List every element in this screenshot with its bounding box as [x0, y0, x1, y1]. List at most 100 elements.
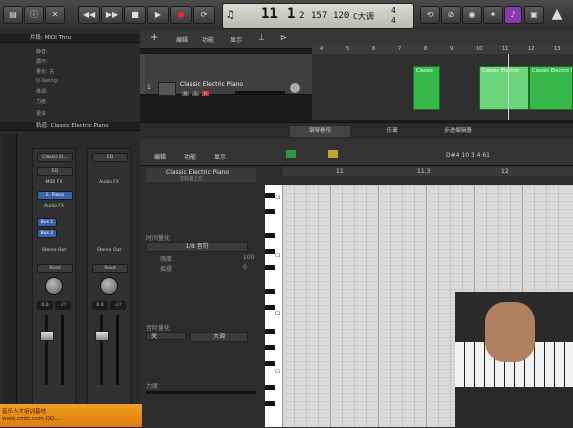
grid-line — [282, 233, 573, 234]
metronome-icon[interactable]: ♪ — [504, 6, 522, 24]
tab-step-editor[interactable]: 步进编辑器 — [428, 126, 488, 137]
time-quantize-select[interactable]: 1/8 音符 — [146, 242, 248, 252]
eq-slot[interactable]: EQ — [92, 153, 128, 162]
grid-line — [282, 273, 573, 274]
replace-icon[interactable]: ⟲ — [420, 6, 440, 24]
pan-knob[interactable] — [100, 277, 118, 295]
black-key[interactable] — [265, 209, 275, 214]
eq-slot[interactable]: EQ — [37, 167, 73, 176]
rewind-button[interactable]: ◀◀ — [78, 6, 100, 24]
region-inspector-header[interactable]: 片段: MIDI Thru — [0, 34, 140, 43]
playhead[interactable] — [508, 54, 509, 120]
strength-value[interactable]: 100 — [243, 254, 254, 261]
solo-button[interactable]: S — [192, 91, 199, 96]
output-slot[interactable]: Stereo Out — [37, 247, 71, 254]
tab-piano-roll[interactable]: 钢琴卷帘 — [290, 126, 350, 137]
track-inspector-header[interactable]: 轨道: Classic Electric Piano — [0, 122, 140, 131]
ruler-mark: 6 — [372, 46, 376, 52]
tab-score[interactable]: 乐谱 — [372, 126, 412, 137]
ruler-mark: 5 — [346, 46, 350, 52]
lcd-tempo: 157 — [311, 11, 328, 21]
track-name[interactable]: Classic Electric Piano — [180, 81, 243, 88]
key-label: C2 — [275, 311, 281, 316]
output-slot[interactable]: Stereo Out — [92, 247, 126, 254]
region-param: Q-Swing: — [36, 78, 59, 84]
black-key[interactable] — [265, 289, 275, 294]
level-meter — [61, 315, 64, 385]
midi-region[interactable]: Classic — [413, 66, 440, 110]
track-pan-knob[interactable] — [290, 83, 300, 93]
midi-fx-slot[interactable]: MIDI FX — [37, 179, 71, 186]
stop-button[interactable]: ■ — [124, 6, 146, 24]
track-volume-slider[interactable] — [235, 91, 285, 94]
scale-root-select[interactable]: 关 — [146, 332, 186, 340]
settings-icon[interactable]: ✕ — [45, 6, 65, 24]
black-key[interactable] — [265, 401, 275, 406]
banner-line: www.cmtc.com QQ:... — [2, 416, 62, 422]
grid-line — [306, 185, 307, 427]
instrument-slot[interactable]: E. Piano — [37, 191, 73, 200]
track-header[interactable]: 1 Classic Electric Piano M S R — [140, 54, 312, 96]
solo-icon[interactable]: ◉ — [462, 6, 482, 24]
automation-slot[interactable]: Read — [92, 264, 128, 273]
tracks-menu-view[interactable]: 显示 — [230, 35, 242, 44]
editor-menu-edit[interactable]: 编辑 — [154, 152, 166, 161]
audio-fx-slot[interactable]: Audio FX — [92, 179, 126, 186]
send-slot[interactable]: Bus 1 — [37, 218, 57, 227]
link-icon[interactable] — [328, 150, 338, 158]
grid-line — [378, 185, 379, 427]
library-icon[interactable]: ▤ — [3, 6, 23, 24]
black-key[interactable] — [265, 233, 275, 238]
midi-region[interactable]: Classic Electric Piano — [529, 66, 573, 110]
tracks-menu-edit[interactable]: 编辑 — [176, 35, 188, 44]
inspector-icon[interactable]: ⓘ — [24, 6, 44, 24]
flex-icon[interactable]: ⊳ — [280, 33, 287, 42]
scale-type-select[interactable]: 大调 — [190, 332, 248, 342]
editor-menu-view[interactable]: 显示 — [214, 152, 226, 161]
black-key[interactable] — [265, 329, 275, 334]
audio-fx-slot[interactable]: Audio FX — [37, 203, 71, 210]
send-slot[interactable]: Bus 2 — [37, 229, 57, 238]
piano-keyboard[interactable]: C4 C3 C2 C1 — [265, 185, 282, 427]
record-enable-button[interactable]: R — [202, 91, 209, 96]
midi-in-icon[interactable] — [286, 150, 296, 158]
black-key[interactable] — [265, 265, 275, 270]
black-key[interactable] — [265, 249, 275, 254]
grid-line — [282, 217, 573, 218]
tuner-icon[interactable]: ⊘ — [441, 6, 461, 24]
volume-fader[interactable] — [95, 331, 109, 341]
snap-icon[interactable]: ⊥ — [258, 33, 265, 42]
black-key[interactable] — [265, 361, 275, 366]
black-key[interactable] — [265, 305, 275, 310]
lcd-beat: 1 — [287, 6, 296, 22]
tracks-menu-functions[interactable]: 功能 — [202, 35, 214, 44]
black-key[interactable] — [265, 385, 275, 390]
swing-label: 摇摆 — [160, 266, 173, 273]
pan-knob[interactable] — [45, 277, 63, 295]
midi-region[interactable]: Classic Electric — [479, 66, 529, 110]
swing-value[interactable]: 0 — [243, 264, 247, 271]
grid-line — [354, 185, 355, 427]
lcd-display[interactable]: ♫ 11 1 2 157 120 C大调 4 4 — [222, 3, 414, 29]
lcd-key: C大调 — [353, 12, 374, 21]
volume-fader[interactable] — [40, 331, 54, 341]
editor-menu-functions[interactable]: 功能 — [184, 152, 196, 161]
black-key[interactable] — [265, 345, 275, 350]
grid-line — [414, 185, 415, 427]
record-button[interactable]: ● — [170, 6, 192, 24]
more-toggle[interactable]: 更多 — [36, 110, 46, 117]
black-key[interactable] — [265, 193, 275, 198]
arrange-area[interactable]: Classic Classic Electric Classic Electri… — [312, 54, 573, 120]
cycle-button[interactable]: ⟳ — [193, 6, 215, 24]
notes-icon[interactable]: ▣ — [524, 6, 544, 24]
mute-button[interactable]: M — [182, 91, 189, 96]
editor-ruler[interactable]: 11 11.3 12 — [283, 167, 573, 176]
region-name-field[interactable]: Classic Electric Piano 在轨道上方 — [146, 168, 256, 182]
forward-button[interactable]: ▶▶ — [101, 6, 123, 24]
automation-slot[interactable]: Read — [37, 264, 73, 273]
preset-slot[interactable]: Classic El... — [37, 153, 73, 162]
play-button[interactable]: ▶ — [147, 6, 169, 24]
velocity-slider[interactable] — [146, 391, 256, 394]
count-in-icon[interactable]: ✦ — [483, 6, 503, 24]
add-track-icon[interactable]: + — [150, 32, 158, 43]
